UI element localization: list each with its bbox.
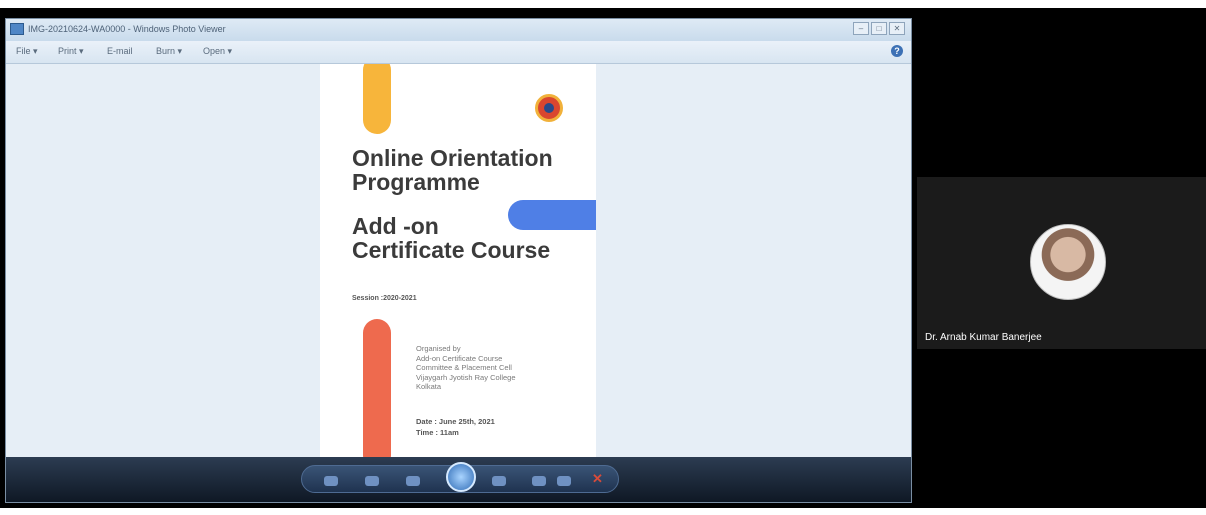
poster-date: Date : June 25th, 2021	[416, 417, 495, 426]
window-title: IMG-20210624-WA0000 - Windows Photo View…	[28, 24, 226, 34]
poster-image: Online Orientation Programme Add -on Cer…	[320, 64, 596, 457]
poster-organiser-line: Organised by	[416, 344, 461, 353]
poster-organiser-line: Kolkata	[416, 382, 442, 391]
image-viewer: Online Orientation Programme Add -on Cer…	[6, 64, 911, 457]
shared-screen-window: IMG-20210624-WA0000 - Windows Photo View…	[5, 18, 912, 503]
viewer-controls: ✕	[301, 462, 619, 493]
yellow-decor-shape	[363, 64, 391, 134]
rotate-left-icon[interactable]	[532, 476, 546, 486]
delete-icon[interactable]: ✕	[592, 471, 603, 487]
avatar	[1030, 224, 1106, 300]
zoom-icon[interactable]	[324, 476, 338, 486]
poster-organiser-block: Organised by Add-on Certificate Course C…	[416, 344, 586, 392]
photo-viewer-icon	[10, 23, 24, 35]
maximize-button[interactable]: □	[871, 22, 887, 35]
close-button[interactable]: ✕	[889, 22, 905, 35]
minimize-button[interactable]: –	[853, 22, 869, 35]
poster-organiser-line: Vijaygarh Jyotish Ray College	[416, 372, 516, 382]
participant-name: Dr. Arnab Kumar Banerjee	[925, 332, 1042, 343]
menu-email[interactable]: E-mail	[107, 46, 133, 56]
fit-icon[interactable]	[365, 476, 379, 486]
poster-heading-orientation: Online Orientation Programme	[352, 145, 553, 195]
previous-icon[interactable]	[406, 476, 420, 486]
participant-tile[interactable]: Dr. Arnab Kumar Banerjee	[917, 177, 1206, 349]
menu-print[interactable]: Print ▾	[58, 46, 84, 57]
next-icon[interactable]	[492, 476, 506, 486]
menu-open[interactable]: Open ▾	[203, 46, 232, 57]
help-icon[interactable]: ?	[891, 45, 903, 57]
play-slideshow-icon[interactable]	[446, 462, 476, 492]
red-decor-shape	[363, 319, 391, 457]
viewer-control-bar: ✕	[6, 457, 911, 502]
poster-organiser-line: Add-on Certificate Course	[416, 353, 503, 363]
poster-heading-course: Add -on Certificate Course	[352, 213, 551, 263]
college-emblem-icon	[535, 94, 563, 122]
poster-time: Time : 11am	[416, 428, 459, 437]
menu-burn[interactable]: Burn ▾	[156, 46, 182, 57]
title-bar: IMG-20210624-WA0000 - Windows Photo View…	[6, 19, 911, 41]
rotate-right-icon[interactable]	[557, 476, 571, 486]
menu-file[interactable]: File ▾	[16, 46, 38, 57]
window-controls: – □ ✕	[853, 22, 905, 35]
poster-organiser-line: Committee & Placement Cell	[416, 363, 512, 372]
poster-session: Session :2020-2021	[352, 295, 417, 302]
menu-bar: File ▾ Print ▾ E-mail Burn ▾ Open ▾ ?	[6, 41, 911, 64]
